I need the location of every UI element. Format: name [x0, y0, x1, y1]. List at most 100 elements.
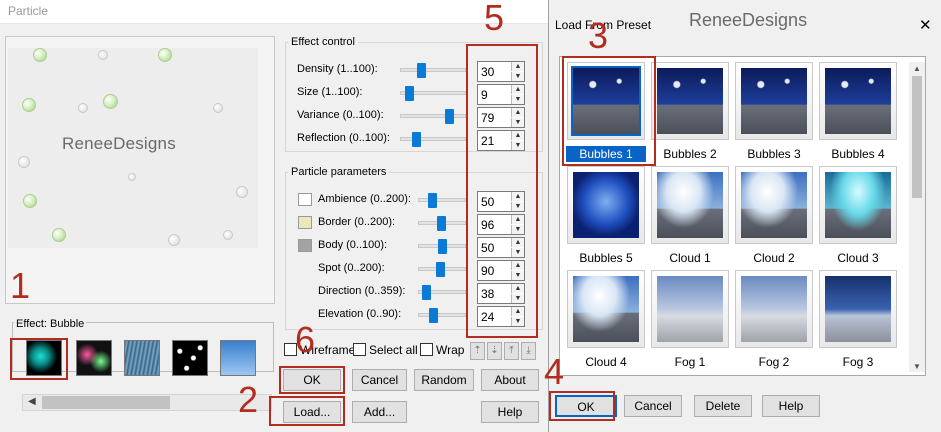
preset-label[interactable]: Bubbles 4 [818, 146, 898, 162]
preset-tile[interactable] [735, 270, 813, 348]
step-number-4: 4 [544, 351, 565, 392]
slider-thumb[interactable] [422, 285, 432, 300]
preset-delete-button[interactable]: Delete [694, 395, 752, 417]
preset-tile[interactable] [567, 270, 645, 348]
preset-tile[interactable] [735, 166, 813, 244]
effect-thumb-glitter[interactable] [76, 340, 112, 376]
color-swatch[interactable] [298, 193, 312, 206]
slider-track[interactable] [418, 198, 466, 202]
preset-scrollbar-thumb[interactable] [912, 76, 922, 198]
slider-thumb[interactable] [435, 262, 445, 277]
add-button[interactable]: Add... [352, 401, 407, 423]
about-button[interactable]: About [481, 369, 539, 391]
effect-thumb-clouds[interactable] [220, 340, 256, 376]
close-icon[interactable]: ✕ [919, 16, 932, 34]
preset-help-button[interactable]: Help [762, 395, 820, 417]
preset-tile[interactable] [567, 166, 645, 244]
move-down-icon[interactable]: ⇣ [487, 342, 502, 360]
bubble [18, 156, 30, 168]
slider-thumb[interactable] [428, 308, 438, 323]
preset-cancel-button[interactable]: Cancel [624, 395, 682, 417]
step-number-5: 5 [484, 0, 505, 38]
preset-tile[interactable] [651, 62, 729, 140]
preset-tile[interactable] [819, 270, 897, 348]
parameter-label: Variance (0..100): [297, 109, 384, 121]
scroll-left-icon[interactable]: ◀ [28, 396, 36, 407]
help-button[interactable]: Help [481, 401, 539, 423]
color-swatch[interactable] [298, 239, 312, 252]
random-button[interactable]: Random [414, 369, 474, 391]
preset-tile[interactable] [819, 166, 897, 244]
preset-tile[interactable] [651, 270, 729, 348]
preset-thumbnail [573, 276, 639, 342]
wrap-checkbox[interactable] [420, 343, 433, 356]
effect-thumb-stars[interactable] [172, 340, 208, 376]
bubble [22, 98, 36, 112]
slider-track[interactable] [400, 137, 466, 141]
bubble [236, 186, 248, 198]
preset-thumbnail [657, 172, 723, 238]
preset-tile[interactable] [819, 62, 897, 140]
bubble [103, 94, 118, 109]
annotation-box-preset-ok [549, 391, 615, 421]
annotation-box-values [466, 44, 538, 338]
preset-thumbnail [825, 172, 891, 238]
annotation-box-ok [279, 366, 345, 394]
slider-thumb[interactable] [437, 239, 447, 254]
parameter-label: Density (1..100): [297, 63, 378, 75]
parameter-label: Spot (0..200): [318, 262, 385, 274]
particle-parameters-title: Particle parameters [288, 166, 390, 178]
effect-control-title: Effect control [288, 36, 358, 48]
slider-thumb[interactable] [411, 132, 421, 147]
preset-label[interactable]: Fog 3 [818, 354, 898, 370]
move-up-top-icon[interactable]: ⇡ [470, 342, 485, 360]
preset-label[interactable]: Fog 1 [650, 354, 730, 370]
parameter-label: Border (0..200): [318, 216, 396, 228]
bubble [33, 48, 47, 62]
bubble [168, 234, 180, 246]
preset-label[interactable]: Bubbles 2 [650, 146, 730, 162]
scroll-down-icon[interactable]: ▼ [913, 362, 921, 371]
preset-label[interactable]: Cloud 2 [734, 250, 814, 266]
preset-label[interactable]: Bubbles 5 [566, 250, 646, 266]
preset-thumbnail [741, 276, 807, 342]
preset-thumbnail [825, 68, 891, 134]
bubble [213, 103, 223, 113]
slider-track[interactable] [400, 68, 466, 72]
slider-thumb[interactable] [436, 216, 446, 231]
slider-track[interactable] [418, 313, 466, 317]
preset-label[interactable]: Bubbles 3 [734, 146, 814, 162]
color-swatch[interactable] [298, 216, 312, 229]
scrollbar-thumb[interactable] [42, 396, 170, 409]
window-title: Particle [8, 4, 49, 18]
slider-thumb[interactable] [427, 193, 437, 208]
parameter-label: Reflection (0..100): [297, 132, 390, 144]
parameter-label: Body (0..100): [318, 239, 388, 251]
bubble [78, 103, 88, 113]
slider-thumb[interactable] [445, 109, 455, 124]
preset-label[interactable]: Cloud 3 [818, 250, 898, 266]
step-number-1: 1 [10, 265, 31, 306]
bubble [223, 230, 233, 240]
annotation-box-preset [562, 56, 656, 166]
scroll-up-icon[interactable]: ▲ [913, 64, 921, 73]
select-all-label: Select all [369, 343, 418, 357]
preset-thumbnail [657, 68, 723, 134]
preset-tile[interactable] [735, 62, 813, 140]
slider-thumb[interactable] [405, 86, 415, 101]
preset-label[interactable]: Cloud 1 [650, 250, 730, 266]
slider-track[interactable] [400, 114, 466, 118]
move-bottom-icon[interactable]: ⤓ [521, 342, 536, 360]
bubble [52, 228, 66, 242]
effect-thumb-rain[interactable] [124, 340, 160, 376]
cancel-button[interactable]: Cancel [352, 369, 407, 391]
slider-thumb[interactable] [417, 63, 427, 78]
preset-label[interactable]: Cloud 4 [566, 354, 646, 370]
preset-thumbnail [657, 276, 723, 342]
move-up-icon[interactable]: ⤒ [504, 342, 519, 360]
step-number-2: 2 [238, 379, 259, 420]
bubble [98, 50, 108, 60]
preset-label[interactable]: Fog 2 [734, 354, 814, 370]
preset-tile[interactable] [651, 166, 729, 244]
select-all-checkbox[interactable] [353, 343, 366, 356]
